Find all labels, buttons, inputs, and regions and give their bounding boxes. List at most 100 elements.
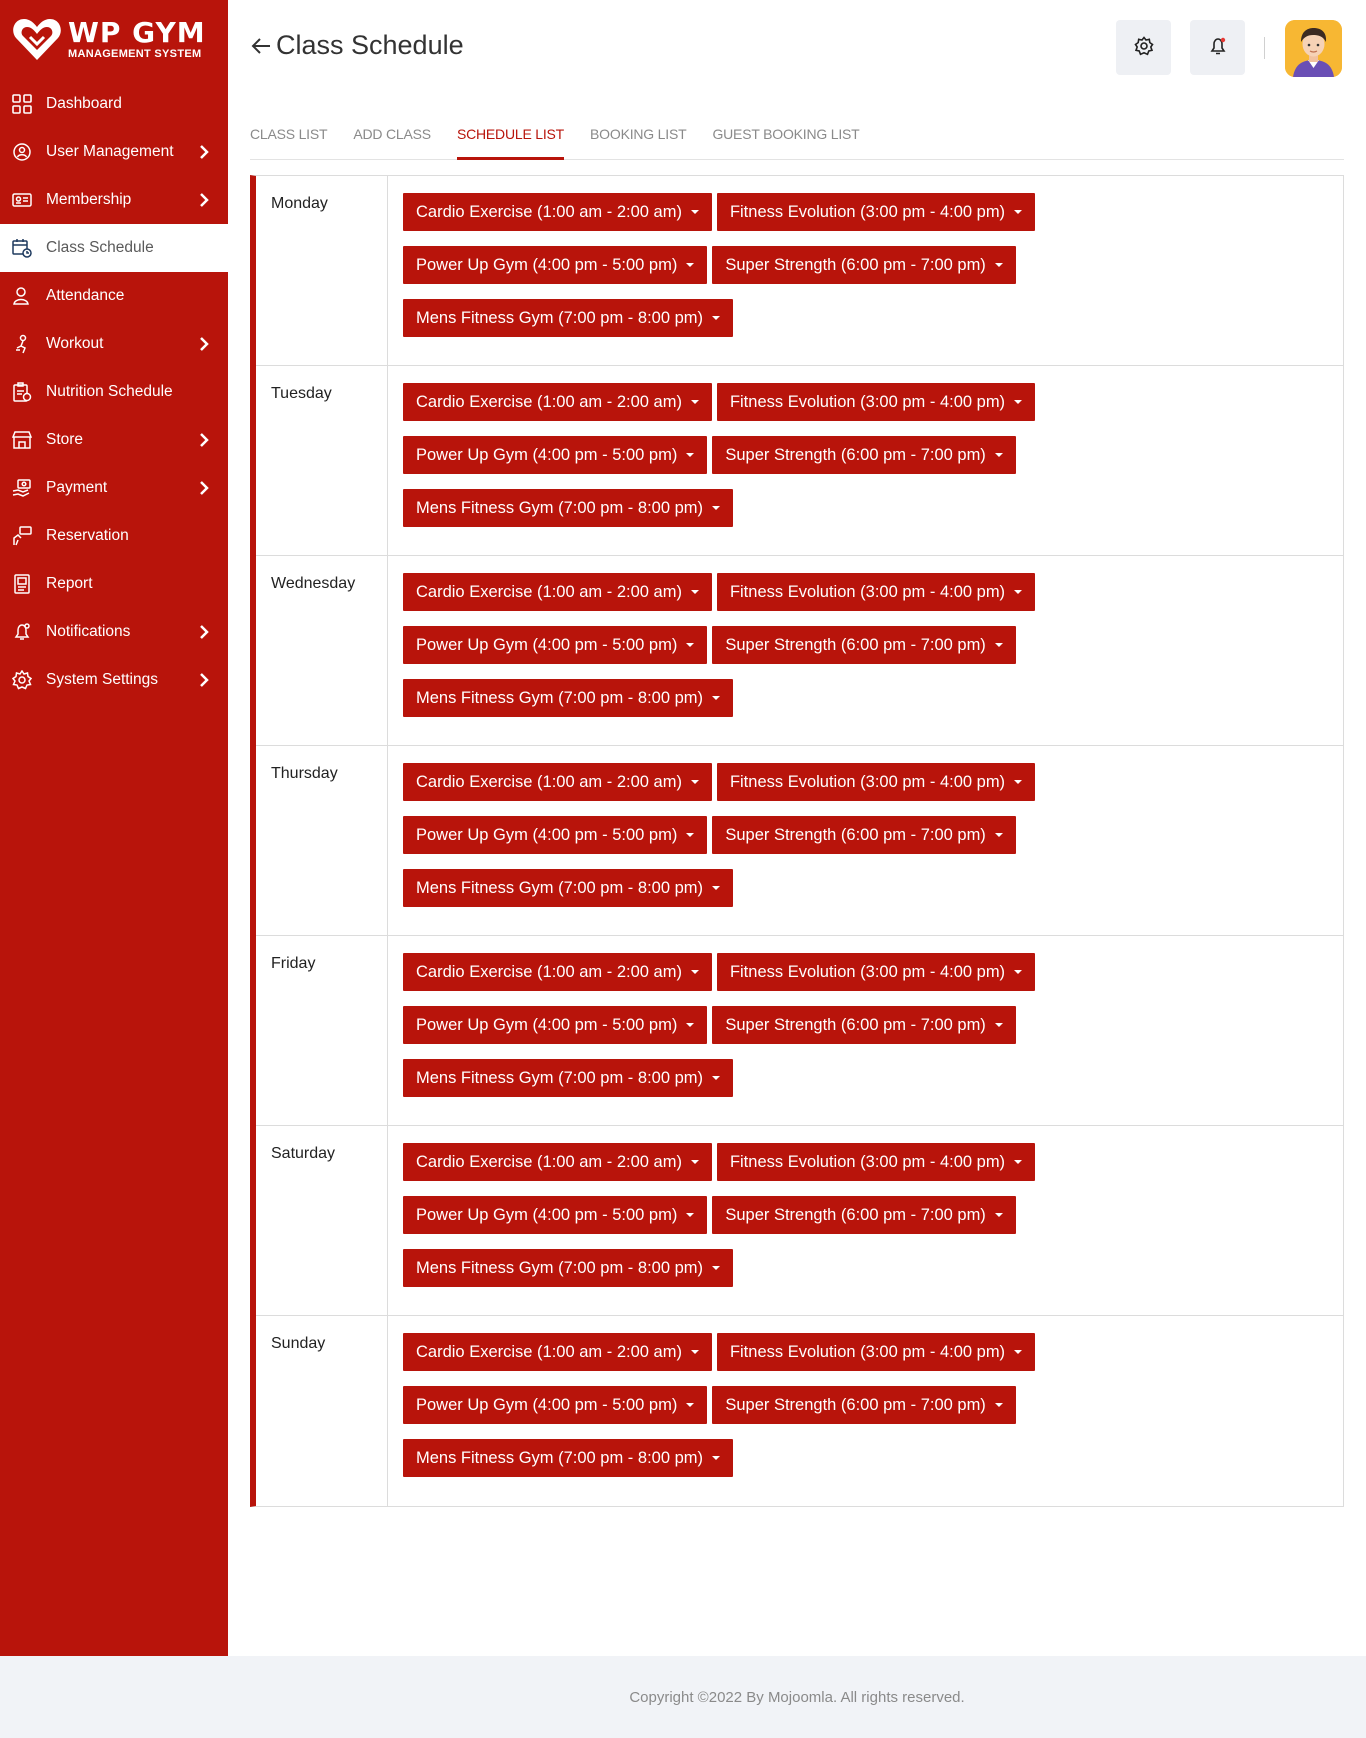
class-dropdown-button[interactable]: Super Strength (6:00 pm - 7:00 pm) — [712, 626, 1016, 664]
caret-down-icon — [690, 400, 699, 404]
report-icon — [11, 573, 33, 595]
caret-down-icon — [712, 886, 721, 890]
class-dropdown-button[interactable]: Cardio Exercise (1:00 am - 2:00 am) — [403, 193, 712, 231]
sidebar-item-dashboard[interactable]: Dashboard — [0, 80, 228, 128]
brand-subtitle: MANAGEMENT SYSTEM — [68, 47, 202, 60]
caret-down-icon — [690, 1160, 699, 1164]
class-label: Power Up Gym (4:00 pm - 5:00 pm) — [416, 1205, 678, 1224]
sidebar-item-workout[interactable]: Workout — [0, 320, 228, 368]
sidebar-item-payment[interactable]: Payment — [0, 464, 228, 512]
day-name: Wednesday — [256, 556, 388, 745]
class-dropdown-button[interactable]: Fitness Evolution (3:00 pm - 4:00 pm) — [716, 1333, 1036, 1371]
footer: Copyright ©2022 By Mojoomla. All rights … — [0, 1656, 1366, 1738]
sidebar-item-report[interactable]: Report — [0, 560, 228, 608]
sidebar-item-attendance[interactable]: Attendance — [0, 272, 228, 320]
class-dropdown-button[interactable]: Cardio Exercise (1:00 am - 2:00 am) — [403, 383, 712, 421]
sidebar-item-membership[interactable]: Membership — [0, 176, 228, 224]
tab-booking-list[interactable]: BOOKING LIST — [590, 118, 687, 160]
class-dropdown-button[interactable]: Power Up Gym (4:00 pm - 5:00 pm) — [403, 1196, 708, 1234]
class-dropdown-button[interactable]: Cardio Exercise (1:00 am - 2:00 am) — [403, 1143, 712, 1181]
caret-down-icon — [994, 643, 1003, 647]
sidebar-item-reservation[interactable]: Reservation — [0, 512, 228, 560]
sidebar-item-user-management[interactable]: User Management — [0, 128, 228, 176]
page-title: Class Schedule — [276, 30, 464, 60]
class-label: Super Strength (6:00 pm - 7:00 pm) — [725, 635, 986, 654]
tab-class-list[interactable]: CLASS LIST — [250, 118, 328, 160]
class-dropdown-button[interactable]: Fitness Evolution (3:00 pm - 4:00 pm) — [716, 193, 1036, 231]
class-dropdown-button[interactable]: Power Up Gym (4:00 pm - 5:00 pm) — [403, 1386, 708, 1424]
caret-down-icon — [994, 1403, 1003, 1407]
back-button[interactable]: Class Schedule — [250, 30, 464, 61]
settings-button[interactable] — [1116, 20, 1171, 75]
caret-down-icon — [994, 1213, 1003, 1217]
bell-icon — [1208, 36, 1228, 60]
class-dropdown-button[interactable]: Cardio Exercise (1:00 am - 2:00 am) — [403, 763, 712, 801]
sidebar-item-label: Dashboard — [46, 95, 122, 112]
class-dropdown-button[interactable]: Fitness Evolution (3:00 pm - 4:00 pm) — [716, 1143, 1036, 1181]
class-dropdown-button[interactable]: Fitness Evolution (3:00 pm - 4:00 pm) — [716, 953, 1036, 991]
class-dropdown-button[interactable]: Super Strength (6:00 pm - 7:00 pm) — [712, 1196, 1016, 1234]
class-dropdown-button[interactable]: Super Strength (6:00 pm - 7:00 pm) — [712, 246, 1016, 284]
class-dropdown-button[interactable]: Fitness Evolution (3:00 pm - 4:00 pm) — [716, 573, 1036, 611]
sidebar-item-store[interactable]: Store — [0, 416, 228, 464]
avatar[interactable] — [1285, 20, 1342, 77]
class-dropdown-button[interactable]: Mens Fitness Gym (7:00 pm - 8:00 pm) — [403, 1059, 734, 1097]
caret-down-icon — [1014, 780, 1023, 784]
chevron-right-icon — [198, 431, 210, 449]
sidebar-item-class-schedule[interactable]: Class Schedule — [0, 224, 228, 272]
class-dropdown-button[interactable]: Mens Fitness Gym (7:00 pm - 8:00 pm) — [403, 489, 734, 527]
tab-guest-booking-list[interactable]: GUEST BOOKING LIST — [712, 118, 859, 160]
class-dropdown-button[interactable]: Super Strength (6:00 pm - 7:00 pm) — [712, 436, 1016, 474]
class-dropdown-button[interactable]: Power Up Gym (4:00 pm - 5:00 pm) — [403, 246, 708, 284]
class-dropdown-button[interactable]: Cardio Exercise (1:00 am - 2:00 am) — [403, 573, 712, 611]
class-dropdown-button[interactable]: Mens Fitness Gym (7:00 pm - 8:00 pm) — [403, 1439, 734, 1477]
brand-logo[interactable]: WP GYM MANAGEMENT SYSTEM — [0, 0, 228, 78]
class-dropdown-button[interactable]: Fitness Evolution (3:00 pm - 4:00 pm) — [716, 763, 1036, 801]
class-label: Fitness Evolution (3:00 pm - 4:00 pm) — [729, 1152, 1006, 1171]
caret-down-icon — [994, 833, 1003, 837]
caret-down-icon — [1014, 400, 1023, 404]
class-dropdown-button[interactable]: Super Strength (6:00 pm - 7:00 pm) — [712, 1386, 1016, 1424]
header-divider — [1264, 37, 1265, 59]
sidebar-item-label: Nutrition Schedule — [46, 383, 173, 400]
caret-down-icon — [712, 1076, 721, 1080]
chevron-right-icon — [198, 479, 210, 497]
sidebar-item-notifications[interactable]: Notifications — [0, 608, 228, 656]
class-label: Fitness Evolution (3:00 pm - 4:00 pm) — [729, 202, 1006, 221]
sidebar-item-label: Notifications — [46, 623, 131, 640]
class-dropdown-button[interactable]: Mens Fitness Gym (7:00 pm - 8:00 pm) — [403, 1249, 734, 1287]
class-dropdown-button[interactable]: Fitness Evolution (3:00 pm - 4:00 pm) — [716, 383, 1036, 421]
store-icon — [11, 429, 33, 451]
class-label: Power Up Gym (4:00 pm - 5:00 pm) — [416, 445, 678, 464]
sidebar-item-nutrition-schedule[interactable]: Nutrition Schedule — [0, 368, 228, 416]
chevron-right-icon — [198, 671, 210, 689]
class-label: Mens Fitness Gym (7:00 pm - 8:00 pm) — [416, 878, 704, 897]
payment-icon — [11, 477, 33, 499]
day-classes: Cardio Exercise (1:00 am - 2:00 am) Fitne… — [388, 746, 1343, 935]
tab-schedule-list[interactable]: SCHEDULE LIST — [456, 118, 564, 160]
class-dropdown-button[interactable]: Super Strength (6:00 pm - 7:00 pm) — [712, 816, 1016, 854]
day-row: Tuesday Cardio Exercise (1:00 am - 2:00 a… — [256, 366, 1343, 556]
user-check-icon — [11, 285, 33, 307]
sidebar-item-system-settings[interactable]: System Settings — [0, 656, 228, 704]
class-label: Cardio Exercise (1:00 am - 2:00 am) — [416, 962, 682, 981]
notifications-button[interactable] — [1190, 20, 1245, 75]
class-dropdown-button[interactable]: Power Up Gym (4:00 pm - 5:00 pm) — [403, 1006, 708, 1044]
caret-down-icon — [994, 263, 1003, 267]
class-dropdown-button[interactable]: Power Up Gym (4:00 pm - 5:00 pm) — [403, 626, 708, 664]
class-label: Fitness Evolution (3:00 pm - 4:00 pm) — [729, 582, 1006, 601]
day-name: Monday — [256, 176, 388, 365]
class-dropdown-button[interactable]: Mens Fitness Gym (7:00 pm - 8:00 pm) — [403, 869, 734, 907]
day-row: Sunday Cardio Exercise (1:00 am - 2:00 am… — [256, 1316, 1343, 1506]
tab-add-class[interactable]: ADD CLASS — [353, 118, 431, 160]
caret-down-icon — [712, 1456, 721, 1460]
class-dropdown-button[interactable]: Cardio Exercise (1:00 am - 2:00 am) — [403, 1333, 712, 1371]
class-dropdown-button[interactable]: Mens Fitness Gym (7:00 pm - 8:00 pm) — [403, 679, 734, 717]
class-dropdown-button[interactable]: Power Up Gym (4:00 pm - 5:00 pm) — [403, 436, 708, 474]
class-dropdown-button[interactable]: Cardio Exercise (1:00 am - 2:00 am) — [403, 953, 712, 991]
class-dropdown-button[interactable]: Mens Fitness Gym (7:00 pm - 8:00 pm) — [403, 299, 734, 337]
class-dropdown-button[interactable]: Super Strength (6:00 pm - 7:00 pm) — [712, 1006, 1016, 1044]
class-dropdown-button[interactable]: Power Up Gym (4:00 pm - 5:00 pm) — [403, 816, 708, 854]
caret-down-icon — [686, 1213, 695, 1217]
caret-down-icon — [690, 780, 699, 784]
